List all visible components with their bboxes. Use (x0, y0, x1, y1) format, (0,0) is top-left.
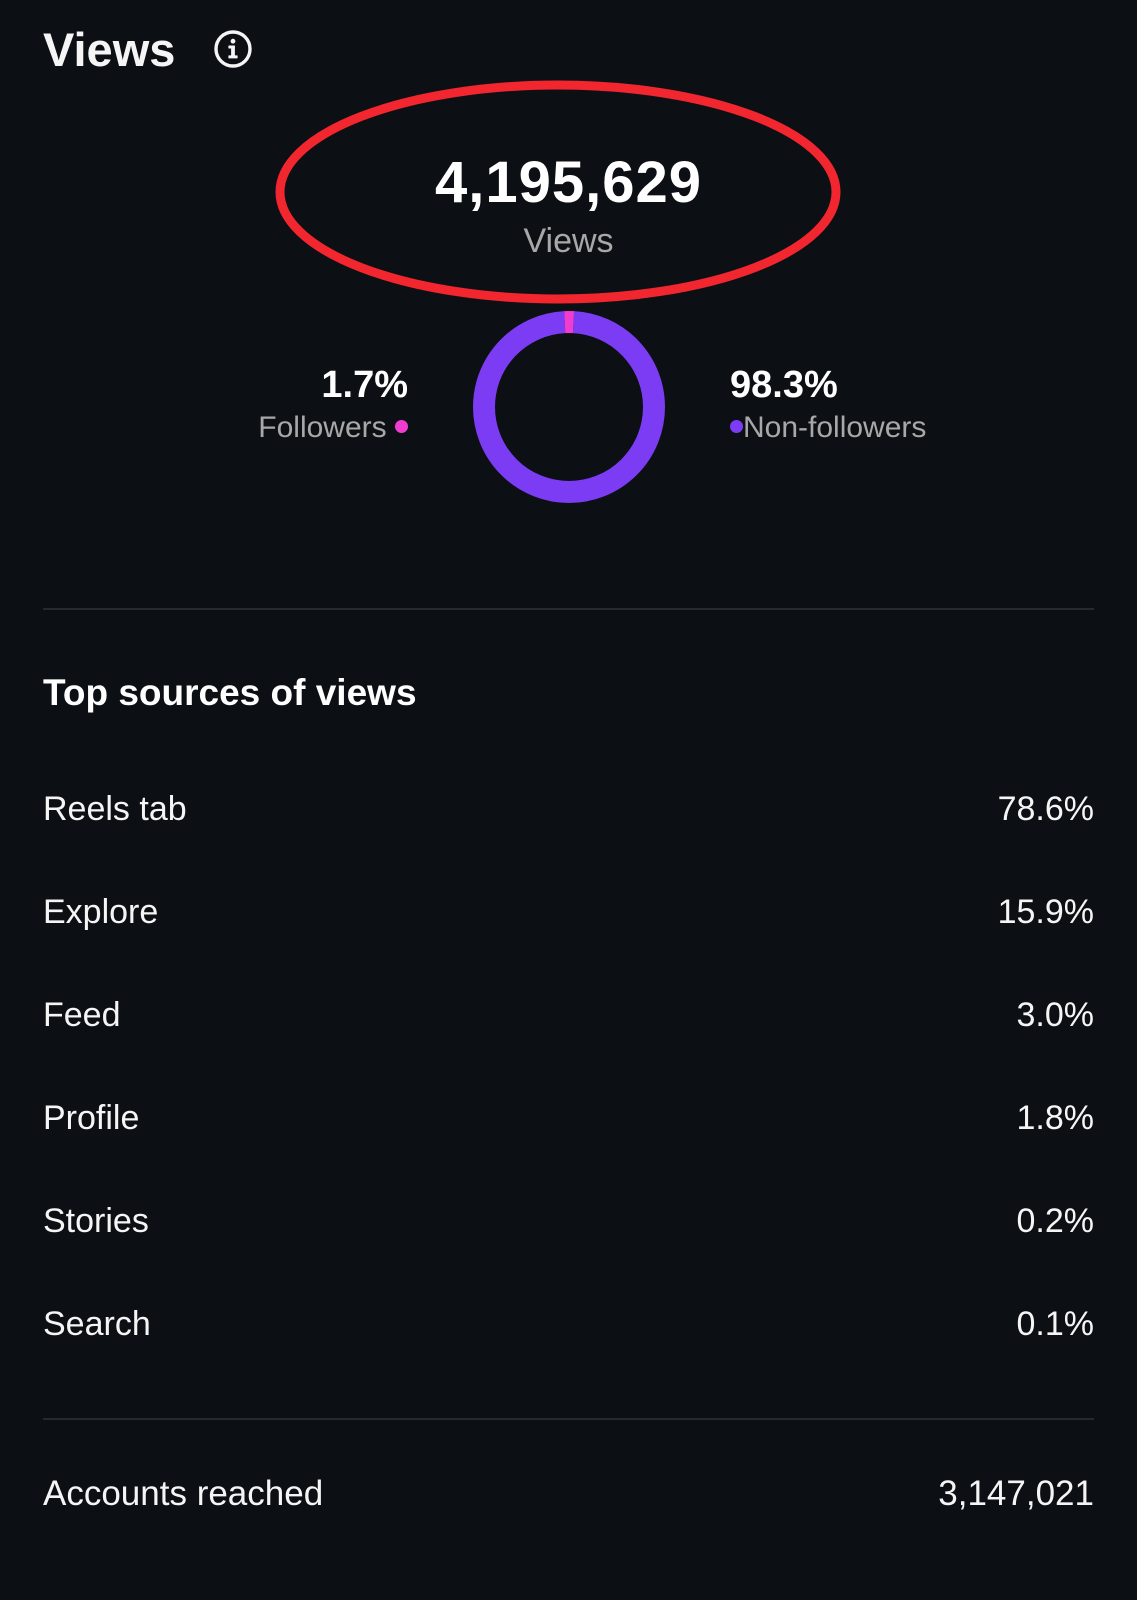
source-label: Explore (43, 892, 159, 931)
accounts-reached-row: Accounts reached 3,147,021 (43, 1464, 1094, 1524)
total-views-value: 4,195,629 (434, 150, 703, 215)
source-value: 0.2% (1016, 1201, 1095, 1240)
followers-legend: Followers (200, 408, 408, 448)
list-item: Explore 15.9% (43, 882, 1094, 942)
list-item: Profile 1.8% (43, 1088, 1094, 1148)
non-followers-label: Non-followers (743, 411, 927, 444)
non-followers-dot-icon (730, 419, 743, 433)
page-title: Views (43, 23, 176, 76)
donut-segment-non-followers (473, 311, 665, 503)
list-item: Reels tab 78.6% (43, 779, 1094, 839)
source-label: Feed (43, 995, 121, 1034)
list-item: Search 0.1% (43, 1294, 1094, 1354)
non-followers-legend: Non-followers (730, 408, 1010, 448)
source-value: 15.9% (997, 892, 1094, 931)
accounts-reached-label: Accounts reached (43, 1474, 324, 1513)
followers-percent: 1.7% (321, 364, 408, 406)
audience-donut-chart (473, 311, 665, 503)
source-value: 1.8% (1016, 1098, 1095, 1137)
section-title-top-sources: Top sources of views (43, 672, 417, 713)
list-item: Stories 0.2% (43, 1191, 1094, 1251)
source-label: Profile (43, 1098, 140, 1137)
source-value: 3.0% (1016, 995, 1095, 1034)
non-followers-stat: 98.3% Non-followers (730, 362, 1010, 448)
followers-label: Followers (258, 411, 387, 444)
followers-dot-icon (395, 419, 408, 433)
accounts-reached-value: 3,147,021 (938, 1474, 1094, 1513)
info-circle-icon[interactable] (213, 29, 253, 69)
divider (43, 1418, 1094, 1420)
source-label: Search (43, 1304, 151, 1343)
followers-stat: 1.7% Followers (200, 362, 408, 448)
total-views-label: Views (523, 222, 614, 260)
source-label: Stories (43, 1201, 149, 1240)
source-value: 78.6% (997, 789, 1094, 828)
source-value: 0.1% (1016, 1304, 1095, 1343)
non-followers-percent: 98.3% (730, 364, 838, 406)
divider (43, 608, 1094, 610)
source-label: Reels tab (43, 789, 187, 828)
list-item: Feed 3.0% (43, 985, 1094, 1045)
